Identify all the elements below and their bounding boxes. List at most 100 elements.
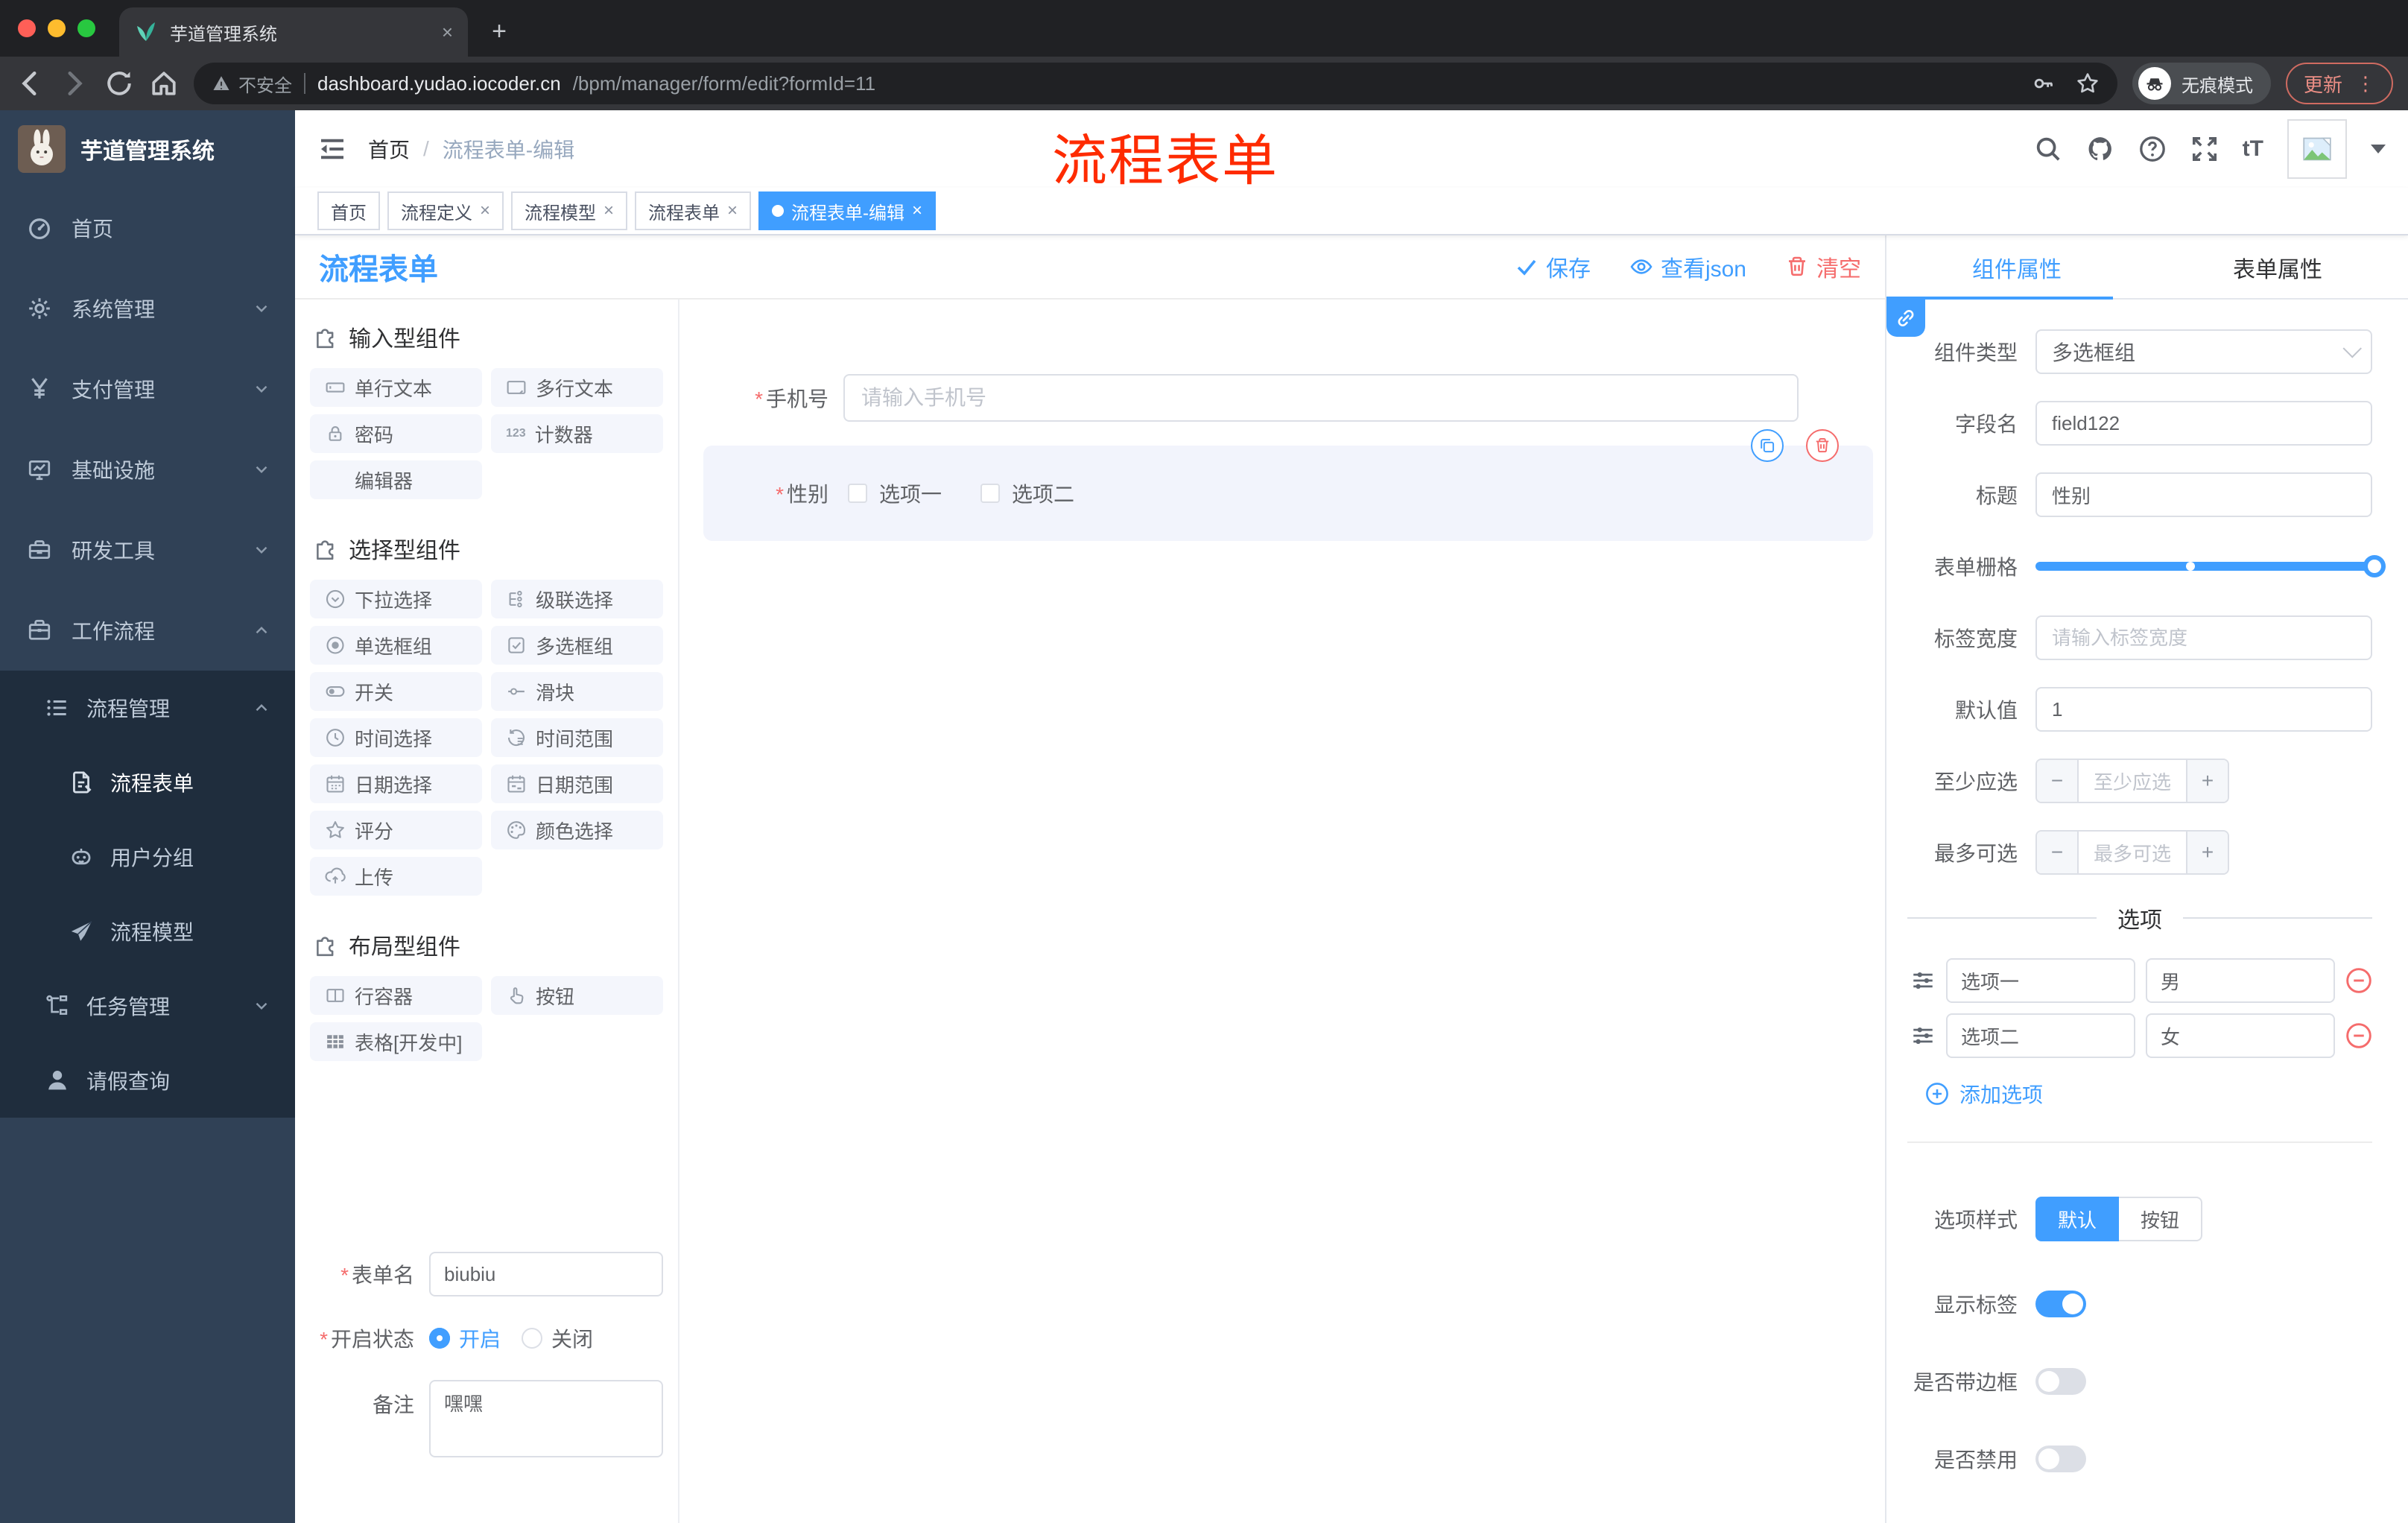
tab-component-props[interactable]: 组件属性 <box>1886 235 2147 300</box>
component-checkbox-group[interactable]: 多选框组 <box>491 626 663 665</box>
zoom-window-button[interactable] <box>77 19 95 37</box>
sidebar-item-process-form[interactable]: 流程表单 <box>0 745 295 820</box>
component-color-picker[interactable]: 颜色选择 <box>491 811 663 849</box>
remove-option-icon[interactable] <box>2345 1022 2372 1049</box>
sidebar-item-process-model[interactable]: 流程模型 <box>0 894 295 969</box>
password-key-icon[interactable] <box>2032 72 2055 95</box>
home-icon[interactable] <box>149 69 179 98</box>
component-select[interactable]: 下拉选择 <box>310 580 482 618</box>
decrease-button[interactable]: − <box>2037 832 2079 873</box>
browser-tab[interactable]: 芋道管理系统 × <box>119 7 468 57</box>
security-indicator[interactable]: 不安全 <box>212 71 292 97</box>
sidebar-item-system[interactable]: 系统管理 <box>0 268 295 349</box>
tag-close-icon[interactable]: × <box>603 200 614 221</box>
bookmark-star-icon[interactable] <box>2076 72 2100 95</box>
gender-checkbox-option2[interactable]: 选项二 <box>980 478 1074 508</box>
decrease-button[interactable]: − <box>2037 760 2079 802</box>
style-default-button[interactable]: 默认 <box>2035 1197 2119 1241</box>
component-single-line-text[interactable]: 单行文本 <box>310 368 482 407</box>
gender-checkbox-option1[interactable]: 选项一 <box>848 478 942 508</box>
component-multi-line-text[interactable]: 多行文本 <box>491 368 663 407</box>
field-name-input[interactable] <box>2035 401 2372 446</box>
title-input[interactable] <box>2035 472 2372 517</box>
component-editor[interactable]: 编辑器 <box>310 460 482 499</box>
clear-button[interactable]: 清空 <box>1785 250 1861 283</box>
border-toggle[interactable] <box>2035 1368 2086 1395</box>
increase-button[interactable]: + <box>2186 760 2228 802</box>
max-select-placeholder[interactable]: 最多可选 <box>2079 832 2186 873</box>
link-tab-button[interactable] <box>1886 300 1925 337</box>
sidebar-item-payment[interactable]: 支付管理 <box>0 349 295 429</box>
component-date-range[interactable]: 日期范围 <box>491 764 663 803</box>
gender-field-block-selected[interactable]: * 性别 选项一 选项二 <box>703 429 1873 541</box>
component-date-picker[interactable]: 日期选择 <box>310 764 482 803</box>
fullscreen-icon[interactable] <box>2190 135 2219 163</box>
tab-form-props[interactable]: 表单属性 <box>2147 235 2408 300</box>
increase-button[interactable]: + <box>2186 832 2228 873</box>
tag-close-icon[interactable]: × <box>480 200 490 221</box>
avatar[interactable] <box>2287 119 2347 179</box>
disabled-toggle[interactable] <box>2035 1446 2086 1472</box>
tag-process-definition[interactable]: 流程定义 × <box>387 191 504 230</box>
component-table[interactable]: 表格[开发中] <box>310 1022 482 1061</box>
github-icon[interactable] <box>2086 135 2114 163</box>
component-password[interactable]: 密码 <box>310 414 482 453</box>
tab-close-icon[interactable]: × <box>442 21 453 44</box>
component-row-container[interactable]: 行容器 <box>310 976 482 1015</box>
show-label-toggle[interactable] <box>2035 1291 2086 1317</box>
sidebar-item-infra[interactable]: 基础设施 <box>0 429 295 510</box>
search-icon[interactable] <box>2034 135 2062 163</box>
minimize-window-button[interactable] <box>48 19 66 37</box>
label-width-input[interactable] <box>2035 615 2372 660</box>
tag-process-form[interactable]: 流程表单 × <box>635 191 752 230</box>
duplicate-component-button[interactable] <box>1751 429 1784 462</box>
browser-update-button[interactable]: 更新 ⋮ <box>2285 63 2393 104</box>
min-select-placeholder[interactable]: 至少应选 <box>2079 760 2186 802</box>
sidebar-item-process-mgmt[interactable]: 流程管理 <box>0 671 295 745</box>
slider-handle[interactable] <box>2363 555 2386 577</box>
font-size-icon[interactable]: tT <box>2243 136 2263 162</box>
component-button[interactable]: 按钮 <box>491 976 663 1015</box>
component-cascader[interactable]: 级联选择 <box>491 580 663 618</box>
default-value-input[interactable] <box>2035 687 2372 732</box>
back-icon[interactable] <box>15 69 45 98</box>
delete-component-button[interactable] <box>1806 429 1839 462</box>
forward-icon[interactable] <box>60 69 89 98</box>
component-time-range[interactable]: 时间范围 <box>491 718 663 757</box>
status-radio-off[interactable]: 关闭 <box>522 1323 593 1353</box>
form-grid-slider[interactable] <box>2035 544 2386 589</box>
browser-menu-icon[interactable]: ⋮ <box>2356 72 2375 95</box>
new-tab-button[interactable]: + <box>480 12 519 51</box>
sidebar-item-leave-query[interactable]: 请假查询 <box>0 1043 295 1118</box>
component-counter[interactable]: 123 计数器 <box>491 414 663 453</box>
remove-option-icon[interactable] <box>2345 967 2372 994</box>
component-switch[interactable]: 开关 <box>310 672 482 711</box>
add-option-button[interactable]: 添加选项 <box>1925 1079 2372 1109</box>
option2-value-input[interactable] <box>2146 1013 2335 1058</box>
phone-input[interactable] <box>843 374 1799 422</box>
tag-close-icon[interactable]: × <box>727 200 738 221</box>
option1-value-input[interactable] <box>2146 958 2335 1003</box>
sidebar-item-user-group[interactable]: 用户分组 <box>0 820 295 894</box>
form-name-input[interactable] <box>429 1252 663 1296</box>
style-button-button[interactable]: 按钮 <box>2119 1197 2202 1241</box>
status-radio-on[interactable]: 开启 <box>429 1323 501 1353</box>
close-window-button[interactable] <box>18 19 36 37</box>
breadcrumb-home[interactable]: 首页 <box>368 134 410 164</box>
tag-process-model[interactable]: 流程模型 × <box>511 191 628 230</box>
sidebar-item-task-mgmt[interactable]: 任务管理 <box>0 969 295 1043</box>
address-bar[interactable]: 不安全 dashboard.yudao.iocoder.cn /bpm/mana… <box>194 63 2117 104</box>
drag-handle-icon[interactable] <box>1910 968 1936 993</box>
tag-home[interactable]: 首页 <box>317 191 380 230</box>
user-menu-caret-icon[interactable] <box>2371 145 2386 153</box>
component-upload[interactable]: 上传 <box>310 857 482 896</box>
component-radio-group[interactable]: 单选框组 <box>310 626 482 665</box>
component-slider[interactable]: 滑块 <box>491 672 663 711</box>
tag-process-form-edit[interactable]: 流程表单-编辑 × <box>758 191 937 230</box>
form-remark-textarea[interactable]: 嘿嘿 <box>429 1380 663 1457</box>
sidebar-fold-icon[interactable] <box>317 134 347 164</box>
option1-label-input[interactable] <box>1946 958 2135 1003</box>
view-json-button[interactable]: 查看json <box>1629 250 1746 283</box>
option2-label-input[interactable] <box>1946 1013 2135 1058</box>
help-icon[interactable] <box>2138 135 2167 163</box>
